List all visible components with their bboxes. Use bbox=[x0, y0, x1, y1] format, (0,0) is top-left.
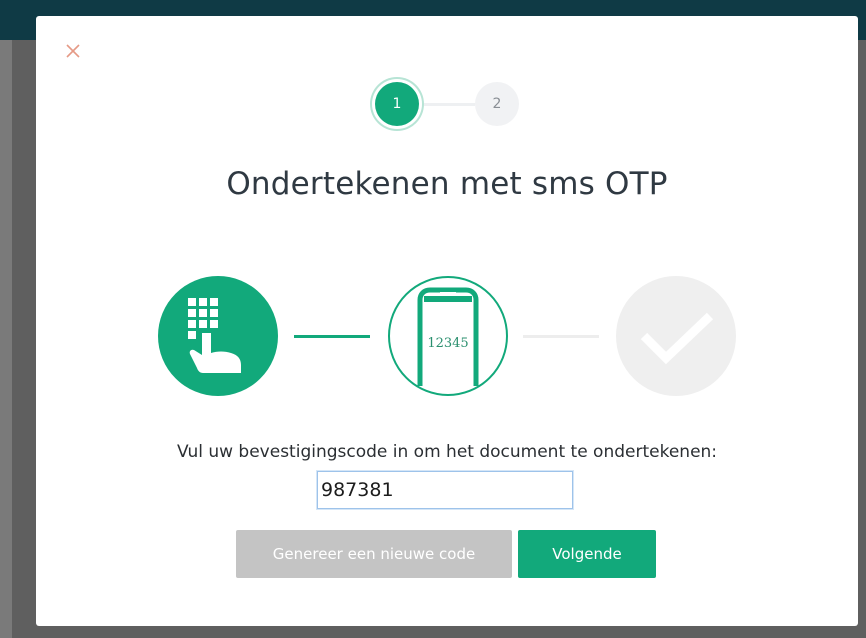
keypad-hand-icon bbox=[158, 276, 278, 396]
dialog-title: Ondertekenen met sms OTP bbox=[226, 166, 668, 202]
phone-icon: 12345 bbox=[388, 276, 508, 396]
next-button[interactable]: Volgende bbox=[518, 530, 656, 578]
generate-new-code-button[interactable]: Genereer een nieuwe code bbox=[236, 530, 512, 578]
progress-connector-2 bbox=[523, 335, 599, 338]
stepper-connector bbox=[421, 103, 475, 106]
stepper-step-2: 2 bbox=[475, 82, 519, 126]
code-prompt: Vul uw bevestigingscode in om het docume… bbox=[176, 442, 718, 462]
confirmation-code-input[interactable] bbox=[317, 471, 573, 509]
sign-otp-dialog: 1 2 Ondertekenen met sms OTP 12345 Vul u… bbox=[36, 16, 858, 626]
phone-code-text: 12345 bbox=[427, 336, 468, 351]
progress-connector-1 bbox=[294, 335, 370, 338]
stepper-step-1: 1 bbox=[375, 82, 419, 126]
close-icon[interactable] bbox=[62, 40, 84, 64]
checkmark-icon bbox=[616, 276, 736, 396]
